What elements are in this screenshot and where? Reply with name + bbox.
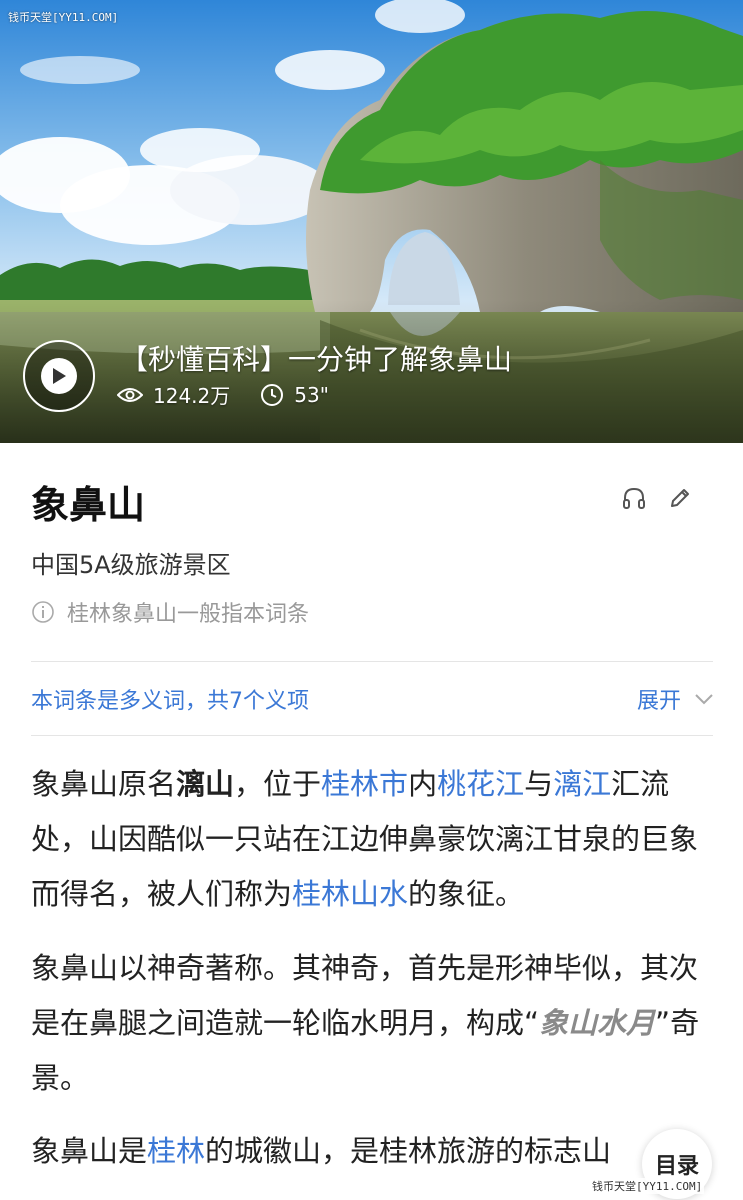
text: 的城徽山，是桂林旅游的标志山: [205, 1134, 612, 1168]
link-guilin-landscape[interactable]: 桂林山水: [292, 877, 408, 911]
paragraph-3: 象鼻山是桂林的城徽山，是桂林旅游的标志山: [31, 1124, 713, 1179]
bold-term: 漓山: [176, 767, 235, 801]
emphasis-term: 象山水月: [539, 1006, 656, 1040]
text: 的象征。: [408, 877, 525, 911]
text: 与: [524, 767, 554, 801]
views-count: 124.2万: [117, 380, 230, 409]
video-meta: 124.2万 53": [117, 380, 329, 409]
video-title[interactable]: 【秒懂百科】一分钟了解象鼻山: [120, 338, 512, 378]
header-tools: [620, 484, 694, 512]
play-icon: [41, 358, 77, 394]
text: 内: [408, 767, 438, 801]
play-button[interactable]: [23, 340, 95, 412]
expand-button[interactable]: 展开: [637, 683, 713, 715]
link-taohua-river[interactable]: 桃花江: [437, 767, 524, 801]
polysemy-text[interactable]: 本词条是多义词，共7个义项: [31, 683, 309, 715]
clock-icon: [261, 383, 284, 406]
text: ，位于: [234, 767, 322, 801]
chevron-down-icon: [695, 693, 713, 704]
entry-subtitle: 中国5A级旅游景区: [31, 551, 231, 579]
info-icon: [32, 601, 54, 623]
text: 象鼻山是: [31, 1134, 148, 1168]
disambiguation-text: 桂林象鼻山一般指本词条: [67, 602, 310, 627]
polysemy-bar[interactable]: 本词条是多义词，共7个义项 展开: [31, 662, 713, 735]
divider: [31, 735, 713, 736]
expand-label: 展开: [636, 688, 681, 714]
disambiguation-note: 桂林象鼻山一般指本词条: [31, 596, 309, 628]
page-title: 象鼻山: [31, 483, 146, 527]
views-value: 124.2万: [153, 384, 231, 408]
eye-icon: [117, 387, 143, 402]
video-player[interactable]: 钱币天堂[YY11.COM] 【秒懂百科】一分钟了解象鼻山 124.2万 53": [0, 0, 743, 443]
link-li-river[interactable]: 漓江: [553, 767, 611, 801]
duration: 53": [260, 383, 329, 407]
watermark: 钱币天堂[YY11.COM]: [590, 1178, 705, 1194]
watermark: 钱币天堂[YY11.COM]: [8, 11, 119, 24]
link-guilin-city[interactable]: 桂林市: [321, 767, 408, 801]
duration-value: 53": [294, 382, 329, 407]
pencil-icon: [671, 489, 689, 507]
edit-button[interactable]: [666, 484, 694, 512]
text: 象鼻山原名: [31, 767, 177, 801]
headphones-icon: [623, 487, 645, 509]
paragraph-1: 象鼻山原名漓山，位于桂林市内桃花江与漓江汇流处，山因酷似一只站在江边伸鼻豪饮漓江…: [31, 757, 713, 922]
paragraph-2: 象鼻山以神奇著称。其神奇，首先是形神毕似，其次是在鼻腿之间造就一轮临水明月，构成…: [31, 941, 713, 1106]
link-guilin[interactable]: 桂林: [147, 1134, 205, 1168]
listen-button[interactable]: [620, 484, 648, 512]
